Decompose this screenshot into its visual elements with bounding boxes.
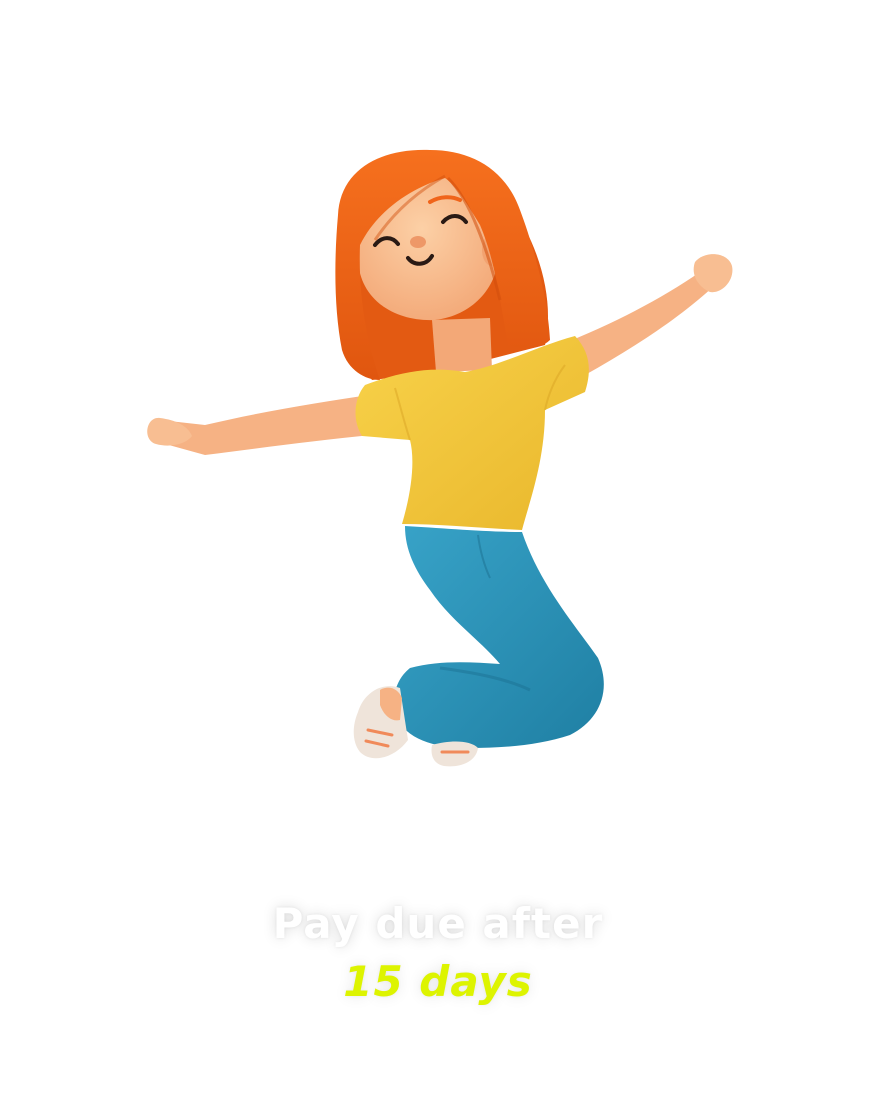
caption-line-2: 15 days bbox=[343, 957, 533, 1006]
caption: Pay due after 15 days bbox=[0, 895, 876, 1011]
left-arm bbox=[149, 395, 372, 455]
jumping-girl-illustration bbox=[147, 149, 733, 767]
neck bbox=[432, 318, 492, 372]
nose bbox=[410, 236, 426, 248]
left-hand bbox=[147, 417, 192, 446]
right-shoe bbox=[431, 741, 478, 767]
caption-line-1: Pay due after bbox=[272, 899, 604, 948]
screen: Pay due after 15 days bbox=[0, 0, 876, 1120]
pants bbox=[394, 526, 604, 748]
